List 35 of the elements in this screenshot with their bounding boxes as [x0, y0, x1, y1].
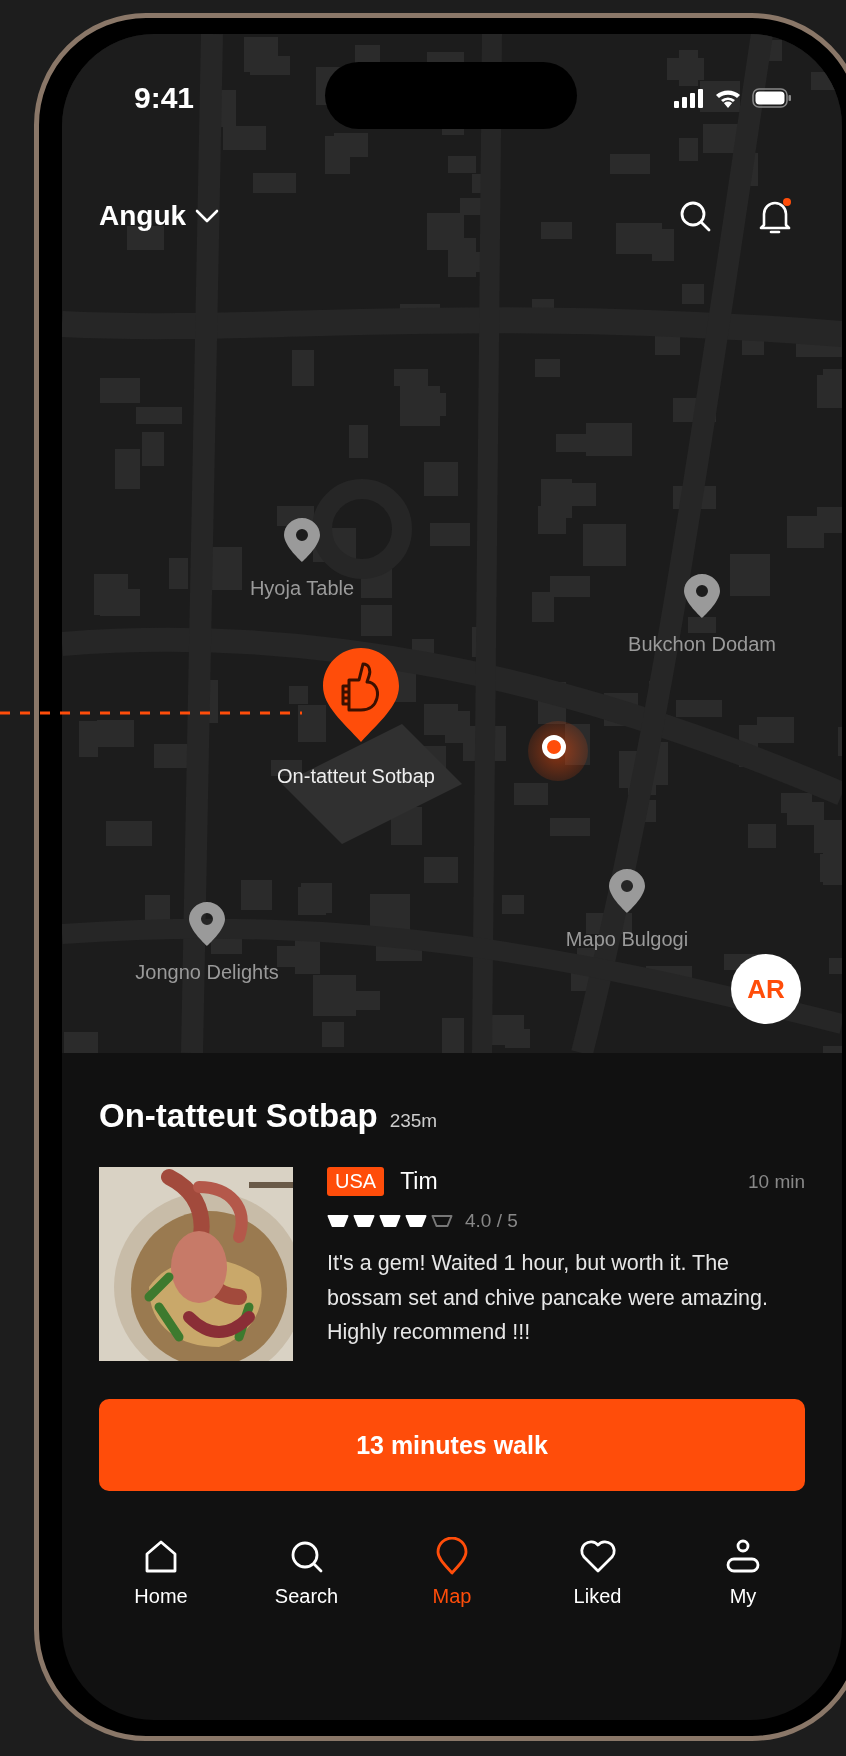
map-pin-icon[interactable]: [609, 869, 645, 913]
place-label: Bukchon Dodam: [628, 632, 776, 656]
nav-tab[interactable]: Search: [256, 1537, 357, 1608]
review-text: It's a gem! Waited 1 hour, but worth it. The bossam set and chive pancake were amazing. Highly recommend !!!: [327, 1250, 769, 1346]
notification-bell-icon[interactable]: [758, 197, 792, 235]
map-pin-icon[interactable]: [284, 518, 320, 562]
review-time: 10 min: [747, 1170, 805, 1193]
place-distance: 235m: [389, 1110, 438, 1132]
thumbs-up-pin-icon[interactable]: [323, 648, 399, 742]
nav-tab[interactable]: Map: [402, 1537, 502, 1608]
search-icon[interactable]: [678, 199, 712, 233]
review-author: Tim: [400, 1168, 438, 1195]
bowl-icon: [327, 1214, 349, 1228]
status-time: 9:41: [134, 81, 195, 115]
place-label: Mapo Bulgogi: [565, 927, 689, 951]
bowl-icon: [405, 1214, 427, 1228]
bowl-icon: [431, 1214, 453, 1228]
map-pin-icon[interactable]: [189, 902, 225, 946]
place-label: Jongno Delights: [135, 960, 279, 984]
battery-icon: [752, 88, 792, 108]
place-label: On-tatteut Sotbap: [277, 764, 435, 788]
map-pin-icon[interactable]: [684, 574, 720, 618]
nav-tab[interactable]: My: [693, 1537, 793, 1608]
nav-tab[interactable]: Home: [111, 1537, 211, 1608]
bowl-icon: [379, 1214, 401, 1228]
place-label: Hyoja Table: [249, 576, 355, 600]
signal-icon: [674, 88, 704, 108]
chevron-down-icon: [194, 208, 221, 224]
place-name: On-tatteut Sotbap: [99, 1097, 378, 1135]
location-dropdown[interactable]: Anguk: [99, 200, 221, 232]
rating-value: 4.0 / 5: [465, 1210, 518, 1232]
bowl-icon: [353, 1214, 375, 1228]
country-badge: USA: [327, 1167, 385, 1196]
wifi-icon: [714, 88, 742, 108]
nav-tab[interactable]: Liked: [547, 1537, 648, 1608]
